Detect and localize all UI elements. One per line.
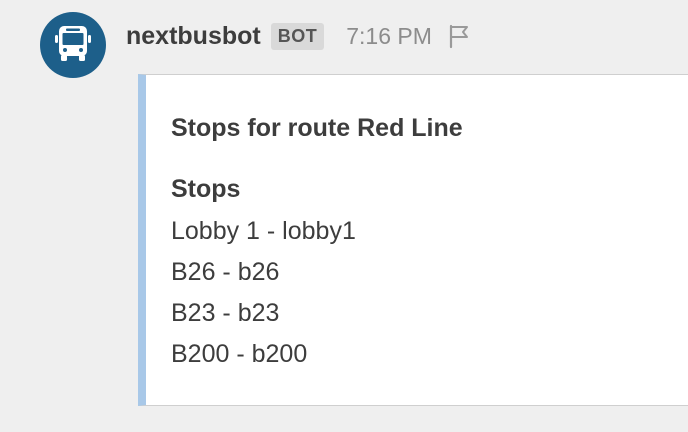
message-header: nextbusbot BOT 7:16 PM (126, 16, 472, 56)
bot-badge: BOT (270, 22, 325, 50)
username-link[interactable]: nextbusbot (126, 22, 261, 51)
stop-item: B23 - b23 (171, 299, 280, 327)
bot-avatar[interactable] (40, 12, 106, 78)
message-attachment: Stops for route Red Line Stops Lobby 1 -… (138, 74, 688, 406)
attachment-title: Stops for route Red Line (171, 114, 463, 142)
bus-icon (53, 23, 93, 68)
flag-icon[interactable] (446, 23, 472, 49)
attachment-content: Stops for route Red Line Stops Lobby 1 -… (146, 75, 688, 375)
stop-item: Lobby 1 - lobby1 (171, 217, 356, 245)
message-timestamp[interactable]: 7:16 PM (346, 23, 432, 50)
chat-message: nextbusbot BOT 7:16 PM Stops for route R… (0, 0, 688, 432)
stops-heading: Stops (171, 175, 241, 203)
stop-item: B26 - b26 (171, 258, 280, 286)
stop-item: B200 - b200 (171, 340, 308, 368)
stops-list: Lobby 1 - lobby1 B26 - b26 B23 - b23 B20… (171, 211, 688, 375)
